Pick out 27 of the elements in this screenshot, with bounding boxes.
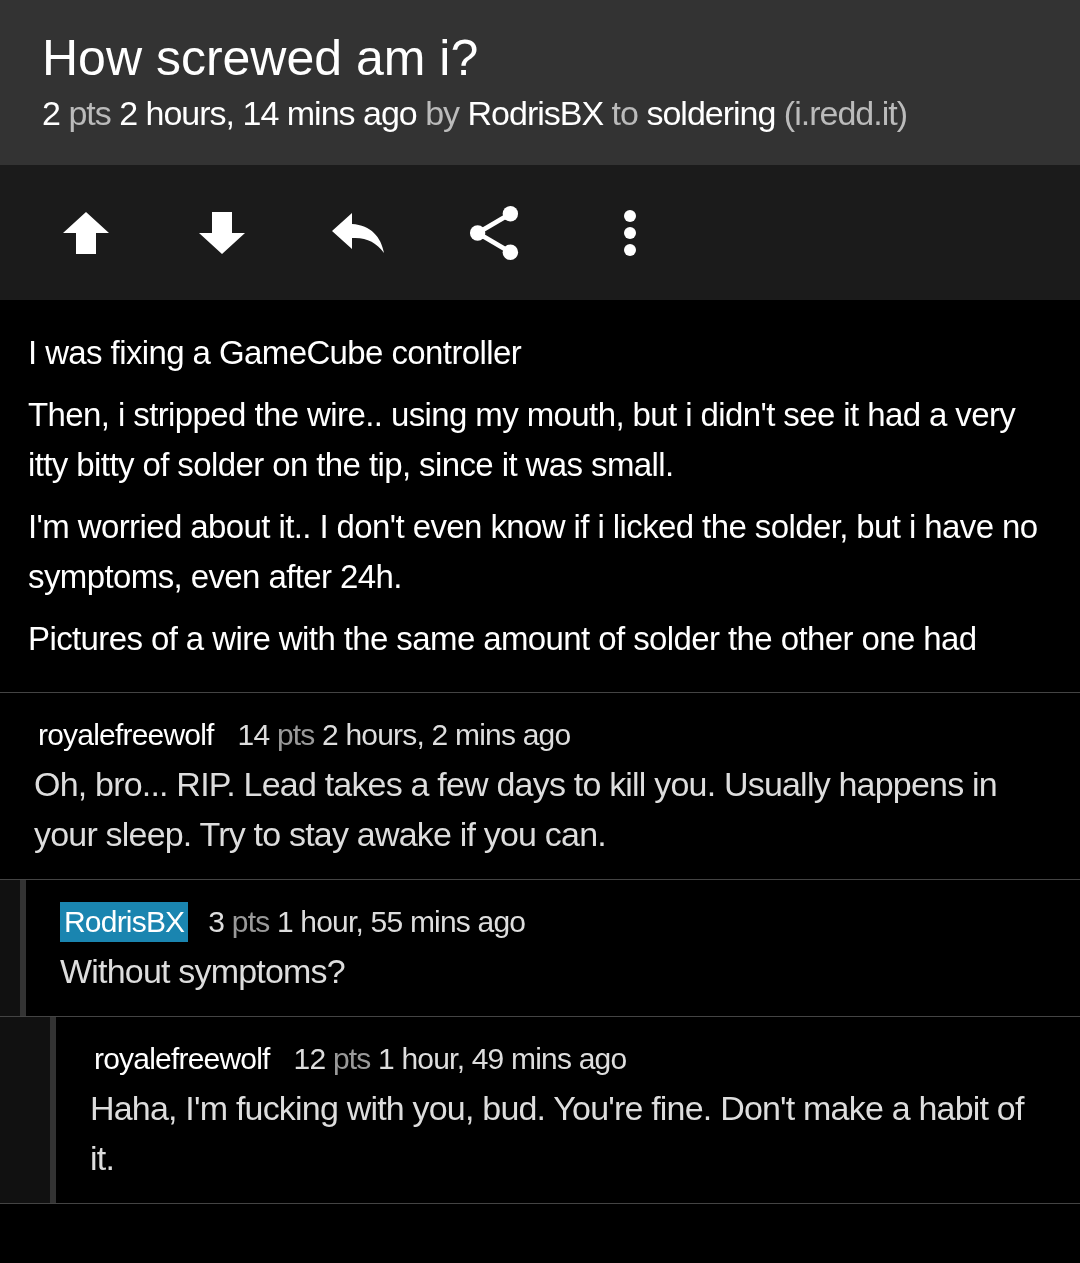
comment-author[interactable]: royalefreewolf bbox=[34, 715, 218, 755]
post-meta-text: RodrisBX bbox=[467, 94, 604, 132]
comment-author[interactable]: royalefreewolf bbox=[90, 1039, 274, 1079]
post-paragraph: I'm worried about it.. I don't even know if i licked the solder, but i have no symptoms, even after 24h. bbox=[28, 507, 1039, 597]
post-paragraph: Then, i stripped the wire.. using my mouth, but i didn't see it had a very itty bitty of solder on the tip, since it was small. bbox=[28, 395, 1017, 485]
comment-author[interactable]: RodrisBX bbox=[60, 902, 189, 942]
down-arrow-icon bbox=[199, 211, 245, 254]
reply-icon bbox=[332, 212, 384, 253]
comment-score: 14 pts 2 hours, 2 mins ago bbox=[237, 718, 571, 752]
post-meta-text: soldering bbox=[646, 94, 776, 132]
post-meta-text: by bbox=[425, 94, 460, 132]
comment-text: Without symptoms? bbox=[60, 951, 346, 992]
more-icon bbox=[623, 208, 637, 257]
post-meta-text: 2 bbox=[42, 94, 60, 132]
comment-text: Oh, bro... RIP. Lead takes a few days to kill you. Usually happens in your sleep. Try to stay awake if you can. bbox=[34, 764, 998, 855]
post-meta-text: pts bbox=[68, 94, 111, 132]
post-meta-text: 2 hours, 14 mins ago bbox=[119, 94, 417, 132]
comment-text: Haha, I'm fucking with you, bud. You're fine. Don't make a habit of it. bbox=[90, 1088, 1026, 1179]
post-paragraph: I was fixing a GameCube controller bbox=[28, 333, 523, 373]
share-icon bbox=[468, 203, 520, 262]
post-meta-text: to bbox=[611, 94, 638, 132]
post-meta-text: (i.redd.it) bbox=[783, 94, 907, 132]
comment-score: 3 pts 1 hour, 55 mins ago bbox=[208, 905, 526, 939]
comment-score: 12 pts 1 hour, 49 mins ago bbox=[293, 1042, 627, 1076]
post-title: How screwed am i? bbox=[42, 29, 480, 88]
post-paragraph: Pictures of a wire with the same amount of solder the other one had bbox=[28, 619, 978, 659]
up-arrow-icon bbox=[63, 211, 109, 254]
